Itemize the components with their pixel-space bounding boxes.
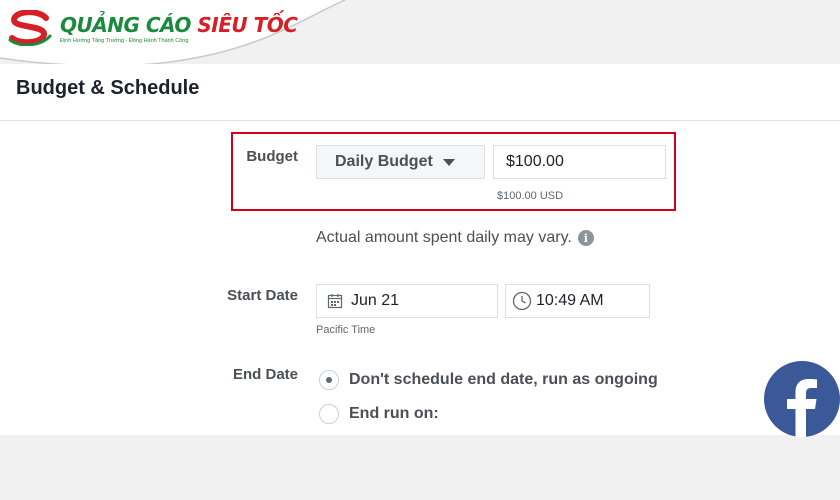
brand-name-part2: SIÊU TỐC	[197, 13, 298, 37]
brand-name-part1: QUẢNG CÁO	[60, 13, 191, 37]
end-date-option-label: Don't schedule end date, run as ongoing	[349, 371, 658, 388]
budget-schedule-panel: Budget & Schedule Budget Daily Budget $1…	[0, 64, 840, 435]
radio-unselected-icon[interactable]	[319, 404, 339, 424]
info-icon[interactable]: i	[577, 230, 594, 246]
budget-type-value: Daily Budget	[335, 153, 433, 170]
end-date-option-ongoing[interactable]: Don't schedule end date, run as ongoing	[319, 370, 658, 390]
start-date-value: Jun 21	[351, 292, 400, 309]
brand-name: QUẢNG CÁO SIÊU TỐC	[60, 13, 298, 37]
caret-down-icon	[442, 158, 455, 166]
radio-selected-icon[interactable]	[319, 370, 339, 390]
budget-amount-value: $100.00	[506, 153, 564, 170]
brand-s-icon	[8, 10, 52, 46]
facebook-logo-icon	[764, 361, 840, 437]
start-date-input[interactable]: Jun 21	[316, 284, 498, 318]
end-date-option-label: End run on:	[349, 405, 439, 422]
budget-note: Actual amount spent daily may vary. i	[316, 229, 594, 247]
budget-type-dropdown[interactable]: Daily Budget	[316, 145, 485, 179]
end-date-option-end-run-on[interactable]: End run on:	[319, 404, 439, 424]
section-divider	[0, 120, 840, 121]
start-time-input[interactable]: 10:49 AM	[505, 284, 650, 318]
timezone-hint: Pacific Time	[316, 324, 376, 336]
section-title: Budget & Schedule	[16, 77, 200, 99]
start-time-value: 10:49 AM	[536, 292, 604, 309]
end-date-label: End Date	[232, 366, 298, 383]
brand-logo: QUẢNG CÁO SIÊU TỐC Định Hướng Tăng Trưởn…	[8, 8, 298, 50]
budget-amount-input[interactable]: $100.00	[493, 145, 666, 179]
clock-icon	[512, 291, 532, 311]
budget-label: Budget	[246, 148, 298, 165]
start-date-label: Start Date	[227, 287, 298, 304]
calendar-icon	[327, 294, 343, 309]
budget-amount-hint: $100.00 USD	[497, 190, 564, 202]
budget-note-text: Actual amount spent daily may vary.	[316, 229, 572, 246]
brand-tagline: Định Hướng Tăng Trưởng - Đồng Hành Thành…	[60, 38, 189, 44]
